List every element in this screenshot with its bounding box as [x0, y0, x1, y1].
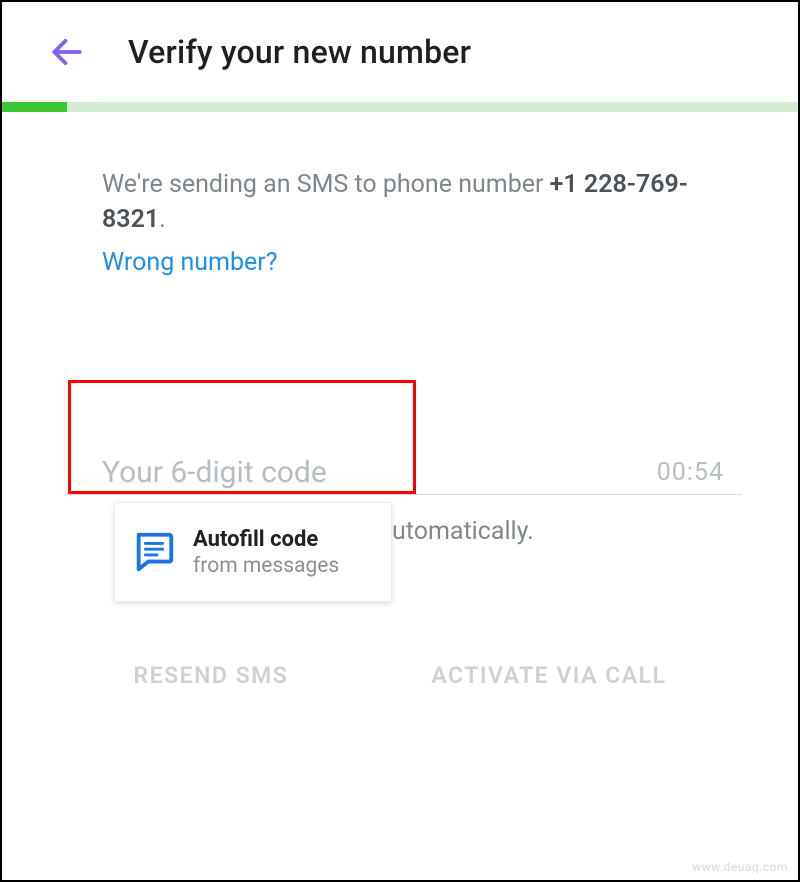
detecting-text-partial: utomatically. — [392, 517, 534, 546]
autofill-suggestion-card[interactable]: Autofill code from messages — [114, 502, 392, 602]
watermark-text: www.deuaq.com — [692, 860, 788, 874]
countdown-timer: 00:54 — [657, 458, 724, 487]
progress-bar-fill — [2, 102, 67, 112]
instructions-prefix: We're sending an SMS to phone number — [102, 170, 550, 199]
resend-sms-button[interactable]: RESEND SMS — [134, 662, 289, 689]
instructions-text: We're sending an SMS to phone number +1 … — [102, 167, 698, 280]
code-input-placeholder: Your 6-digit code — [102, 455, 327, 490]
autofill-text-block: Autofill code from messages — [193, 527, 339, 578]
wrong-number-link[interactable]: Wrong number? — [102, 245, 278, 280]
instructions-suffix: . — [159, 205, 166, 234]
messages-icon — [131, 529, 177, 575]
autofill-title: Autofill code — [193, 527, 339, 552]
code-input-underline — [68, 494, 742, 495]
app-header: Verify your new number — [2, 2, 798, 102]
back-arrow-icon[interactable] — [46, 31, 88, 73]
autofill-subtitle: from messages — [193, 554, 339, 578]
progress-bar-track — [2, 102, 798, 112]
action-button-row: RESEND SMS ACTIVATE VIA CALL — [2, 662, 798, 689]
activate-via-call-button[interactable]: ACTIVATE VIA CALL — [431, 662, 666, 689]
page-title: Verify your new number — [128, 33, 471, 71]
code-input-row[interactable]: Your 6-digit code 00:54 — [102, 446, 738, 498]
